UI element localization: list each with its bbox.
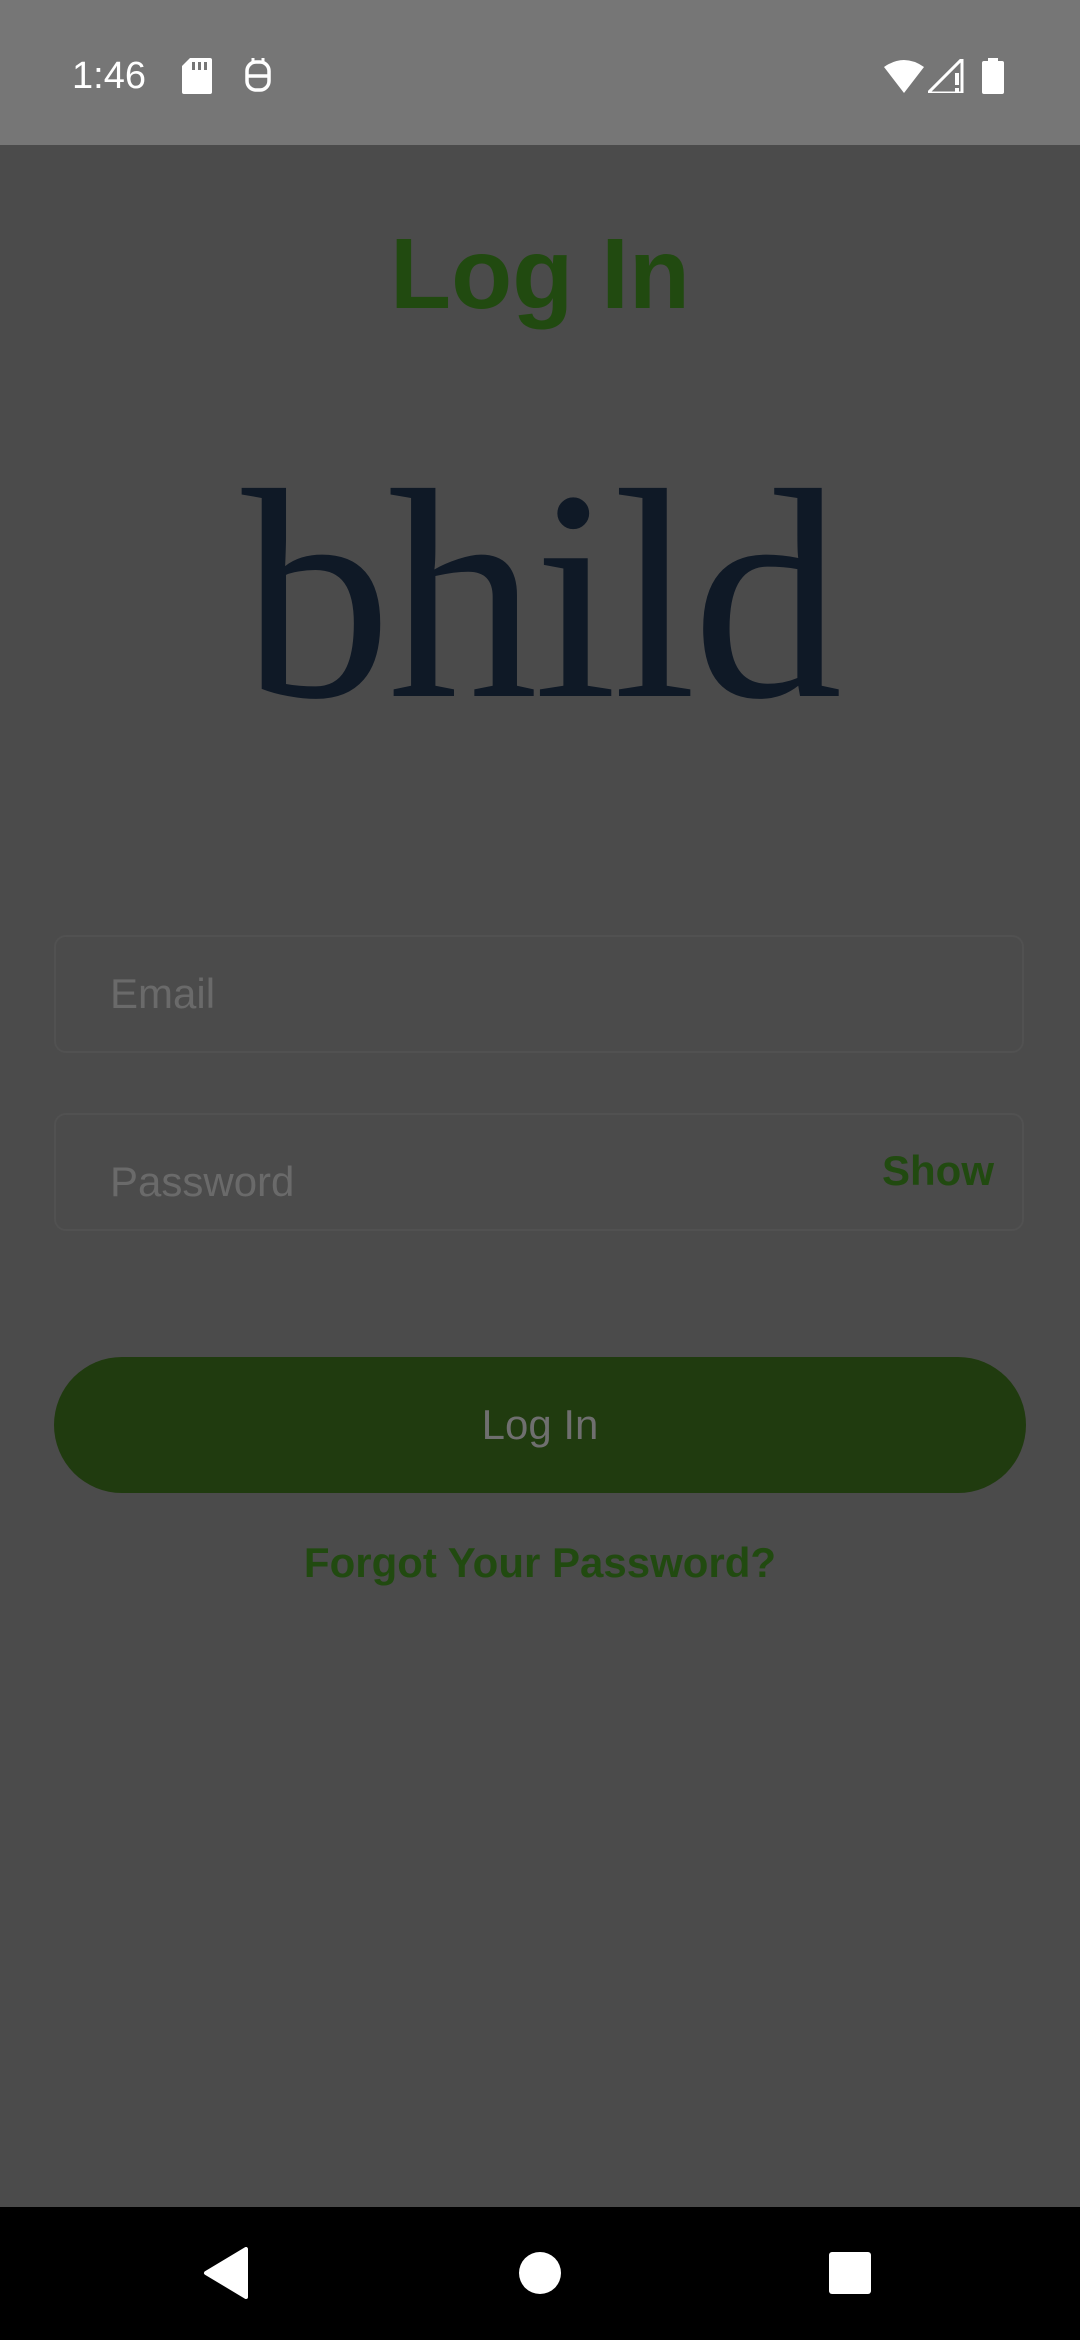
home-icon[interactable]: [508, 2241, 572, 2305]
login-button[interactable]: Log In: [54, 1357, 1026, 1493]
password-input[interactable]: [110, 1125, 910, 1239]
battery-icon: [982, 52, 1004, 100]
login-content: Log In bhild Show Log In Forgot Your Pas…: [0, 145, 1080, 2207]
status-bar: 1:46: [0, 0, 1080, 145]
page-title: Log In: [390, 218, 690, 330]
login-screen: 1:46 Log In bhild Email Show Log In Forg…: [0, 0, 1080, 2340]
signal-icon: [928, 52, 964, 100]
email-input[interactable]: [110, 937, 910, 1051]
wifi-icon: [884, 52, 924, 100]
forgot-password-link[interactable]: Forgot Your Password?: [0, 1535, 1080, 1591]
brand-logo: bhild: [241, 429, 843, 761]
password-field[interactable]: Show: [54, 1113, 1024, 1239]
recents-icon[interactable]: [818, 2241, 882, 2305]
show-password-toggle[interactable]: Show: [882, 1143, 994, 1199]
notification-icon: [244, 52, 272, 100]
back-icon[interactable]: [194, 2241, 258, 2305]
email-field[interactable]: [54, 935, 1024, 1053]
status-time: 1:46: [72, 55, 146, 97]
navigation-bar: [0, 2207, 1080, 2340]
sd-card-icon: [182, 52, 212, 100]
